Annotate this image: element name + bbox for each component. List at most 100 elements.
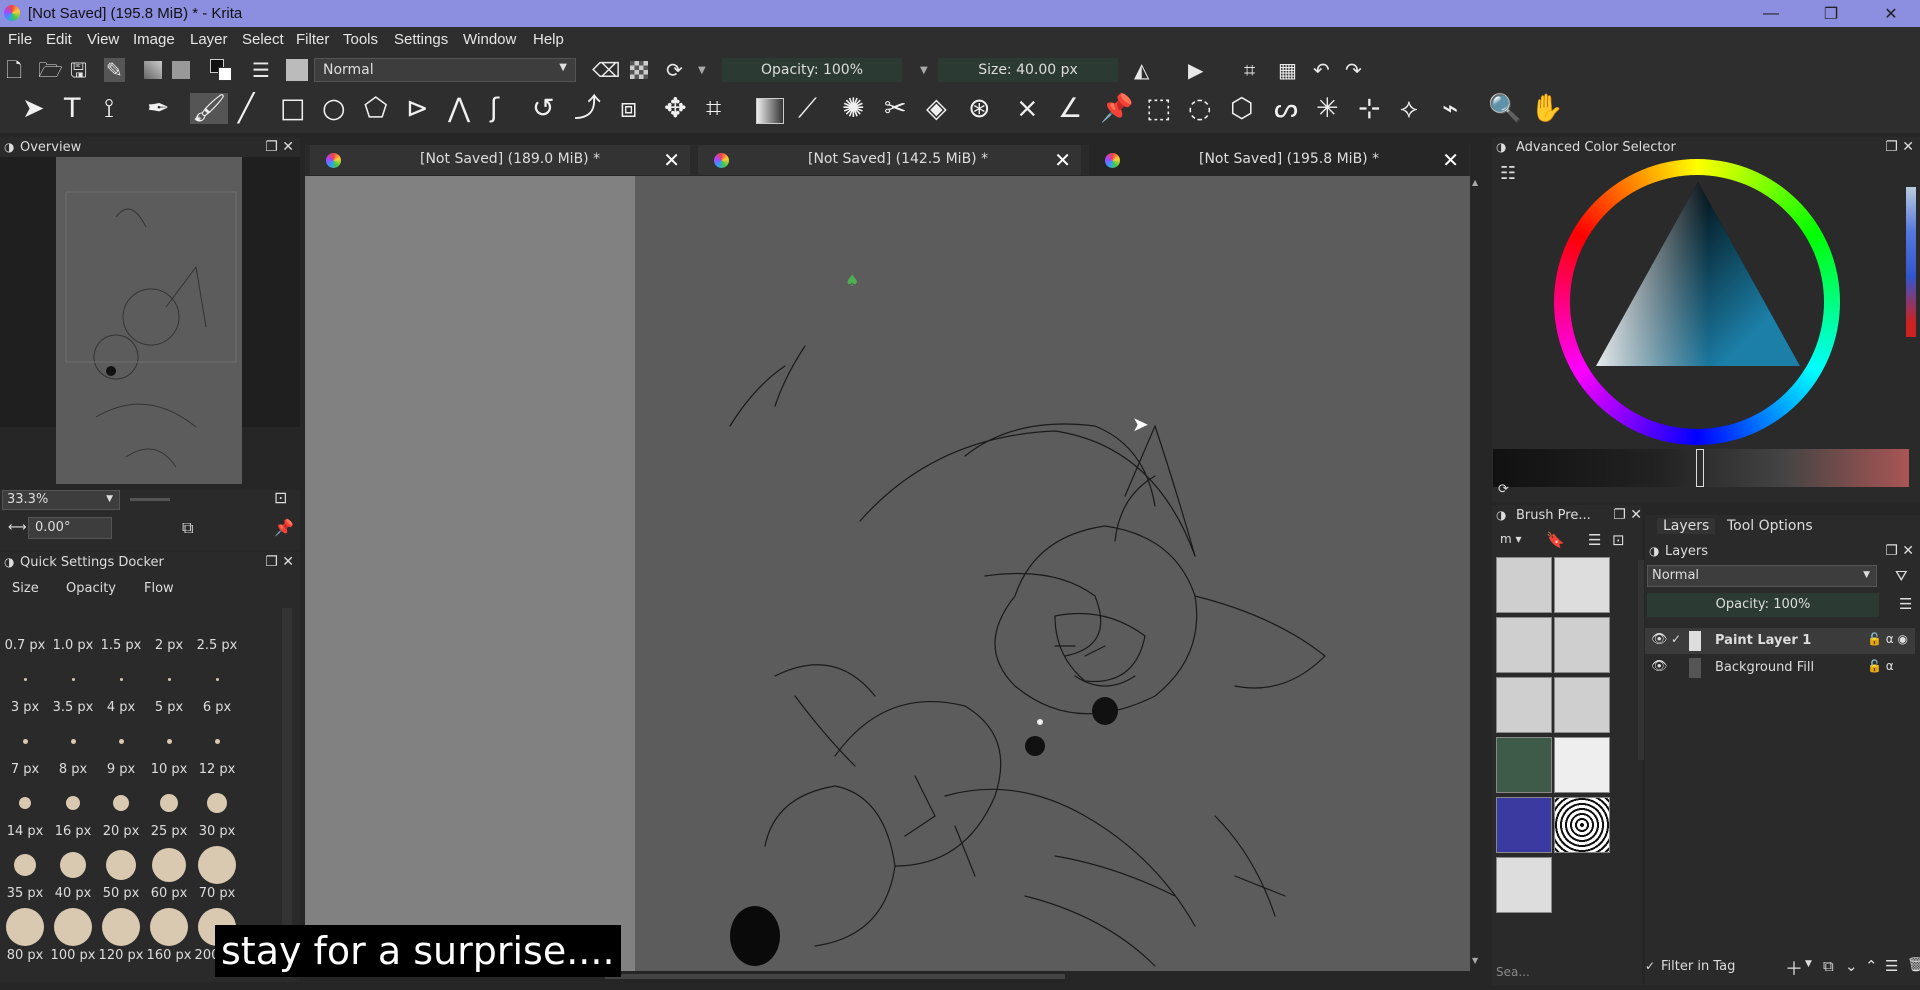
rotation-input[interactable]: 0.00° xyxy=(28,517,112,539)
menu-tools[interactable]: Tools xyxy=(343,31,378,48)
blend-mode-select[interactable]: Normal ▼ xyxy=(314,58,576,82)
visibility-eye-icon[interactable]: 👁 xyxy=(1651,632,1668,647)
polyline-tool-icon[interactable]: ⊳ xyxy=(406,95,429,122)
pan-tool-icon[interactable]: ✋ xyxy=(1530,95,1564,122)
list-view-icon[interactable]: ☰ xyxy=(1588,531,1601,549)
size-slider[interactable]: Size: 40.00 px xyxy=(938,58,1118,82)
undo-icon[interactable]: ↶ xyxy=(1313,60,1330,80)
text-tool-icon[interactable]: T xyxy=(64,95,81,122)
workspace-icon[interactable]: ▦ xyxy=(1278,60,1297,80)
bezier-tool-icon[interactable]: ✒ xyxy=(147,95,170,122)
close-tab-icon[interactable]: ✕ xyxy=(1054,148,1071,172)
mirror-horizontal-icon[interactable]: ◭ xyxy=(1134,60,1149,80)
brush-size-dot[interactable] xyxy=(70,738,76,744)
duplicate-layer-icon[interactable]: ⧉ xyxy=(1823,957,1834,975)
contiguous-select-icon[interactable]: ✳ xyxy=(1316,95,1339,122)
brush-size-option[interactable]: 30 px xyxy=(194,824,240,839)
lock-alpha-icons[interactable]: 🔓 α ◉ xyxy=(1867,632,1908,646)
brush-size-option[interactable]: 60 px xyxy=(146,886,192,901)
layer-menu-icon[interactable]: ☰ xyxy=(1899,595,1912,613)
reload-preset-icon[interactable]: ⟳ xyxy=(666,60,683,80)
opacity-slider[interactable]: Opacity: 100% xyxy=(722,58,902,82)
brush-size-option[interactable]: 5 px xyxy=(146,700,192,715)
mirror-canvas-icon[interactable]: ⧉ xyxy=(182,518,193,538)
pattern-swatch-icon[interactable] xyxy=(172,61,190,79)
brush-preset-5[interactable] xyxy=(1496,677,1552,733)
brush-size-dot[interactable] xyxy=(160,794,178,812)
menu-help[interactable]: Help xyxy=(533,31,564,48)
menu-window[interactable]: Window xyxy=(463,31,516,48)
brush-preset-3[interactable] xyxy=(1496,617,1552,673)
brush-size-option[interactable]: 25 px xyxy=(146,824,192,839)
similar-select-icon[interactable]: ⊹ xyxy=(1358,95,1381,122)
close-tab-icon[interactable]: ✕ xyxy=(663,148,680,172)
layer-opacity-slider[interactable]: Opacity: 100% xyxy=(1647,593,1879,617)
tab-size[interactable]: Size xyxy=(12,581,39,596)
brush-size-dot[interactable] xyxy=(215,677,219,681)
tab-layers[interactable]: Layers xyxy=(1657,518,1716,534)
mirror-vertical-icon[interactable]: ▶ xyxy=(1188,60,1203,80)
brush-size-dot[interactable] xyxy=(150,908,188,946)
multibrush-icon[interactable]: ↺ xyxy=(532,95,555,122)
menu-file[interactable]: File xyxy=(8,31,32,48)
gradient-tool-icon[interactable] xyxy=(756,98,784,124)
zoom-select[interactable]: 33.3% ▼ xyxy=(2,490,120,510)
menu-edit[interactable]: Edit xyxy=(46,31,72,48)
brush-size-option[interactable]: 6 px xyxy=(194,700,240,715)
brush-size-dot[interactable] xyxy=(113,795,129,811)
brush-search-input[interactable]: Sea... xyxy=(1496,965,1530,979)
brush-size-option[interactable]: 70 px xyxy=(194,886,240,901)
move-tool-icon[interactable]: ✥ xyxy=(664,95,687,122)
menu-view[interactable]: View xyxy=(87,31,119,48)
docker-float-close-icon[interactable]: ❐ ✕ xyxy=(1613,507,1642,523)
menu-select[interactable]: Select xyxy=(242,31,284,48)
hamburger-icon[interactable]: ☰ xyxy=(252,60,270,80)
brush-preset-thumb-icon[interactable] xyxy=(286,59,308,81)
brush-size-option[interactable]: 20 px xyxy=(98,824,144,839)
brush-size-dot[interactable] xyxy=(106,850,136,880)
brush-size-dot[interactable] xyxy=(66,796,80,810)
brush-size-option[interactable]: 2 px xyxy=(146,638,192,653)
delete-layer-icon[interactable]: 🗑 xyxy=(1907,957,1920,973)
brush-size-dot[interactable] xyxy=(6,908,44,946)
move-layer-up-icon[interactable]: ⌃ xyxy=(1865,957,1878,975)
brush-size-option[interactable]: 2.5 px xyxy=(194,638,240,653)
brush-size-option[interactable]: 3.5 px xyxy=(50,700,96,715)
menu-image[interactable]: Image xyxy=(133,31,175,48)
document-tab-1[interactable]: [Not Saved] (189.0 MiB) * ✕ xyxy=(310,145,690,175)
filter-icon[interactable]: ⛛ xyxy=(1895,567,1908,585)
menu-filter[interactable]: Filter xyxy=(296,31,329,48)
close-tab-icon[interactable]: ✕ xyxy=(1442,148,1459,172)
expand-icon[interactable]: ⊡ xyxy=(1612,531,1625,549)
tab-tool-options[interactable]: Tool Options xyxy=(1727,518,1813,534)
brush-size-option[interactable]: 1.0 px xyxy=(50,638,96,653)
edit-shapes-icon[interactable]: ⟟ xyxy=(104,95,114,122)
move-layer-down-icon[interactable]: ⌄ xyxy=(1845,957,1858,975)
brush-size-option[interactable]: 9 px xyxy=(98,762,144,777)
wrap-around-icon[interactable]: ⌗ xyxy=(1244,60,1255,80)
brush-size-option[interactable]: 120 px xyxy=(98,948,144,963)
overview-thumbnail[interactable] xyxy=(56,157,242,484)
brush-size-option[interactable]: 80 px xyxy=(2,948,48,963)
brush-presets-scrollbar[interactable] xyxy=(1638,560,1644,760)
measure-tool-icon[interactable]: ∠ xyxy=(1058,95,1082,122)
chevron-down-icon[interactable]: ▼ xyxy=(698,65,706,76)
visibility-eye-icon[interactable]: 👁 xyxy=(1651,659,1668,674)
brush-size-dot[interactable] xyxy=(23,677,27,681)
layer-name[interactable]: Background Fill xyxy=(1715,660,1814,675)
maximize-button[interactable]: ❐ xyxy=(1808,0,1854,27)
brush-size-dot[interactable] xyxy=(102,908,140,946)
smart-patch-icon[interactable]: ✺ xyxy=(842,95,865,122)
colorize-mask-icon[interactable]: ✂ xyxy=(884,95,907,122)
refresh-icon[interactable]: ⟳ xyxy=(1498,482,1509,497)
brush-size-option[interactable]: 1.5 px xyxy=(98,638,144,653)
brush-size-dot[interactable] xyxy=(118,738,124,744)
polygon-select-icon[interactable]: ⬡ xyxy=(1230,95,1254,122)
brush-size-option[interactable]: 3 px xyxy=(2,700,48,715)
color-history-handle[interactable] xyxy=(1696,449,1704,487)
save-icon[interactable]: 🖫 xyxy=(70,60,87,80)
document-tab-2[interactable]: [Not Saved] (142.5 MiB) * ✕ xyxy=(698,145,1081,175)
brush-size-option[interactable]: 4 px xyxy=(98,700,144,715)
brush-editor-icon[interactable]: ✎ xyxy=(104,58,125,82)
filter-in-tag-check[interactable]: ✓ xyxy=(1645,959,1655,973)
